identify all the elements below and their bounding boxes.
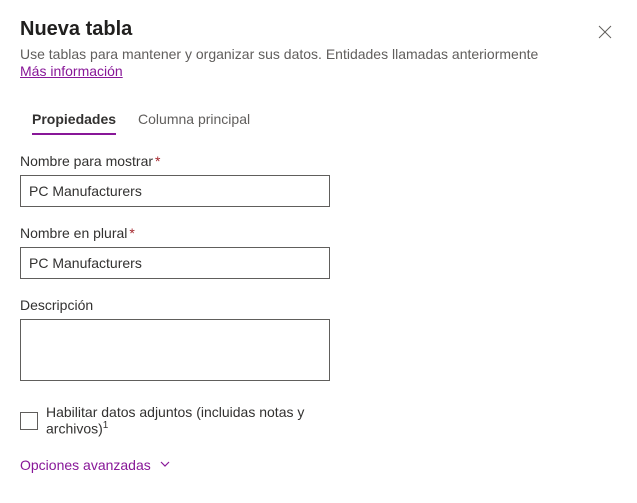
tab-primary-column[interactable]: Columna principal xyxy=(138,105,250,135)
display-name-label: Nombre para mostrar* xyxy=(20,153,330,169)
close-button[interactable] xyxy=(593,20,617,44)
tab-properties[interactable]: Propiedades xyxy=(32,105,116,135)
plural-name-label: Nombre en plural* xyxy=(20,225,330,241)
description-input[interactable] xyxy=(20,319,330,381)
description-label: Descripción xyxy=(20,297,330,313)
plural-name-label-text: Nombre en plural xyxy=(20,225,127,241)
more-info-link[interactable]: Más información xyxy=(20,63,123,79)
attachments-checkbox[interactable] xyxy=(20,412,38,430)
close-icon xyxy=(598,25,612,39)
required-marker: * xyxy=(129,225,134,241)
attachments-label: Habilitar datos adjuntos (incluidas nota… xyxy=(46,404,330,437)
display-name-input[interactable] xyxy=(20,175,330,207)
display-name-label-text: Nombre para mostrar xyxy=(20,153,153,169)
plural-name-input[interactable] xyxy=(20,247,330,279)
panel-subtitle: Use tablas para mantener y organizar sus… xyxy=(20,45,617,63)
chevron-down-icon xyxy=(159,457,171,473)
advanced-options-label: Opciones avanzadas xyxy=(20,457,151,473)
advanced-options-toggle[interactable]: Opciones avanzadas xyxy=(20,457,171,473)
tab-bar: Propiedades Columna principal xyxy=(20,105,617,135)
panel-title: Nueva tabla xyxy=(20,18,617,41)
attachments-footnote: 1 xyxy=(103,420,109,431)
required-marker: * xyxy=(155,153,160,169)
attachments-label-text: Habilitar datos adjuntos (incluidas nota… xyxy=(46,404,304,437)
